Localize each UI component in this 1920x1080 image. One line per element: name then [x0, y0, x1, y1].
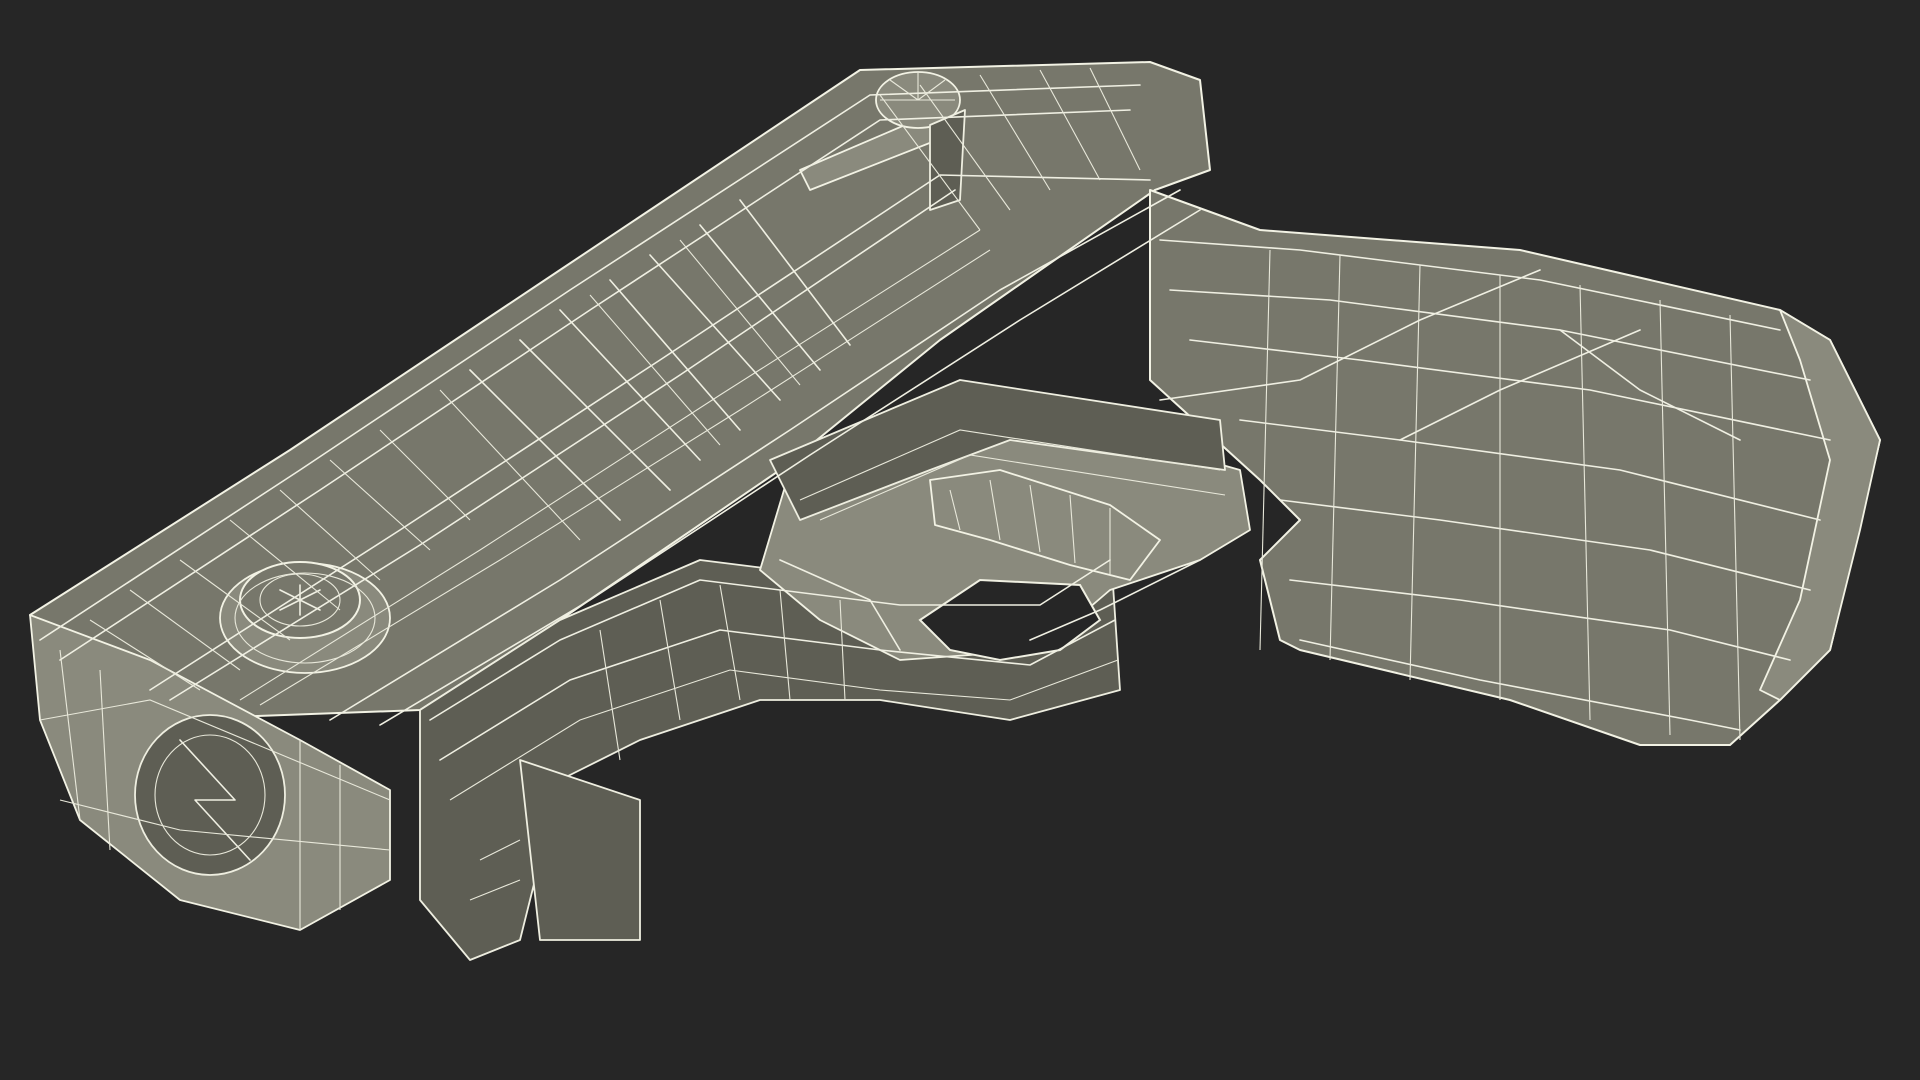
muzzle-emblem — [134, 714, 286, 876]
render-viewport — [0, 0, 1920, 1080]
front-window — [519, 759, 641, 941]
grip-surface — [1149, 189, 1881, 746]
model-canvas — [29, 61, 1881, 961]
